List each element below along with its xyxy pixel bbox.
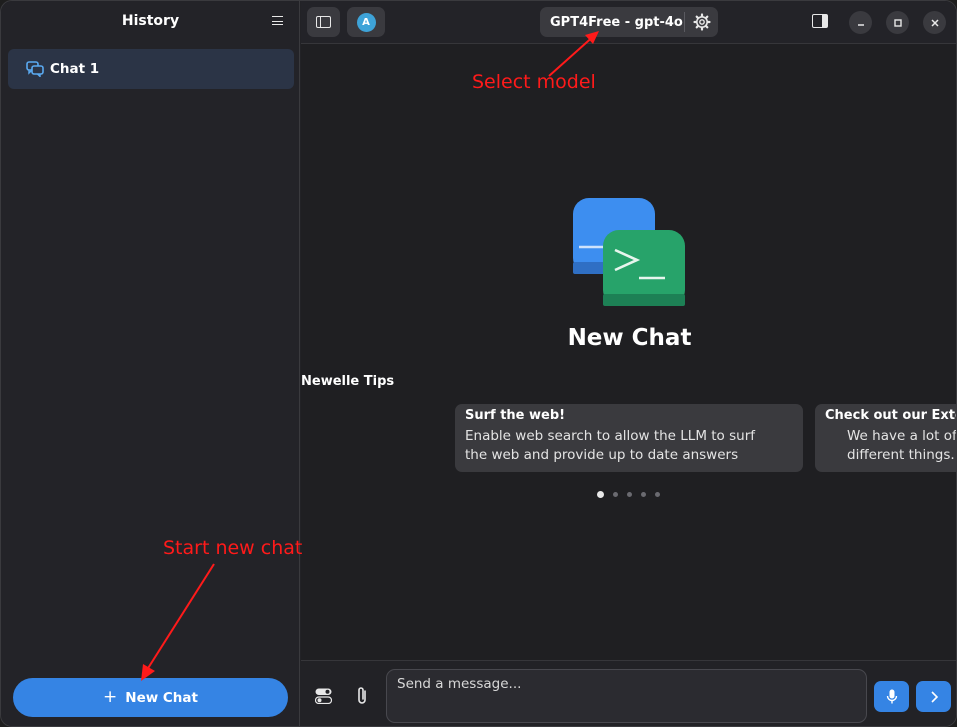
carousel-dot[interactable] [613,492,618,497]
carousel-indicator [597,491,660,498]
profile-button[interactable]: A [347,7,385,37]
minimize-button[interactable] [849,11,872,34]
carousel-dot[interactable] [641,492,646,497]
gear-icon[interactable] [685,7,718,37]
annotation-arrow-new-chat [141,563,215,681]
carousel-dot[interactable] [597,491,604,498]
tip-body-line-1: We have a lot of [847,428,957,444]
chevron-right-icon [930,690,938,703]
sidebar-title: History [121,13,180,29]
carousel-dot[interactable] [627,492,632,497]
input-bar: Send a message... [301,660,956,726]
page-title: New Chat [567,325,692,351]
close-icon [930,18,939,27]
sidebar-header: History [1,1,300,43]
app-window: History Chat 1 + New Chat A GPT4Free - g… [0,0,957,727]
sidebar-item-chat-1[interactable]: Chat 1 [8,49,294,89]
sidebar-toggle-icon [316,16,331,28]
chat-item-label: Chat 1 [50,61,100,77]
maximize-button[interactable] [886,11,909,34]
chat-bubbles-icon [26,61,44,77]
tip-title: Check out our Exter [825,408,957,423]
newelle-logo [573,198,685,306]
tip-body-line-2: the web and provide up to date answers [465,447,739,463]
paperclip-icon[interactable] [356,686,370,706]
avatar: A [356,12,376,32]
header-bar: A GPT4Free - gpt-4o [301,1,956,44]
tips-heading: Newelle Tips [301,374,395,389]
hamburger-menu-icon[interactable] [267,11,287,31]
microphone-button[interactable] [874,681,909,712]
right-pane-icon[interactable] [812,14,828,28]
new-chat-label: New Chat [125,689,198,706]
maximize-icon [893,18,902,27]
toggles-icon[interactable] [315,688,332,704]
main-panel: A GPT4Free - gpt-4o New Chat Newelle Tip… [301,1,957,726]
tip-body-line-2: different things. [847,447,955,463]
microphone-icon [886,689,897,703]
tip-card[interactable]: Check out our Exter We have a lot of dif… [815,404,957,472]
message-input[interactable]: Send a message... [386,669,867,723]
tip-body-line-1: Enable web search to allow the LLM to su… [465,428,755,444]
annotation-arrow-model [548,31,599,77]
plus-icon: + [103,687,118,707]
close-button[interactable] [923,11,946,34]
tip-card[interactable]: Surf the web! Enable web search to allow… [455,404,803,472]
minimize-icon [857,23,864,26]
tip-title: Surf the web! [465,408,566,423]
send-button[interactable] [916,681,951,712]
annotation-start-new-chat: Start new chat [163,537,303,559]
carousel-dot[interactable] [655,492,660,497]
sidebar-toggle-button[interactable] [307,7,340,37]
